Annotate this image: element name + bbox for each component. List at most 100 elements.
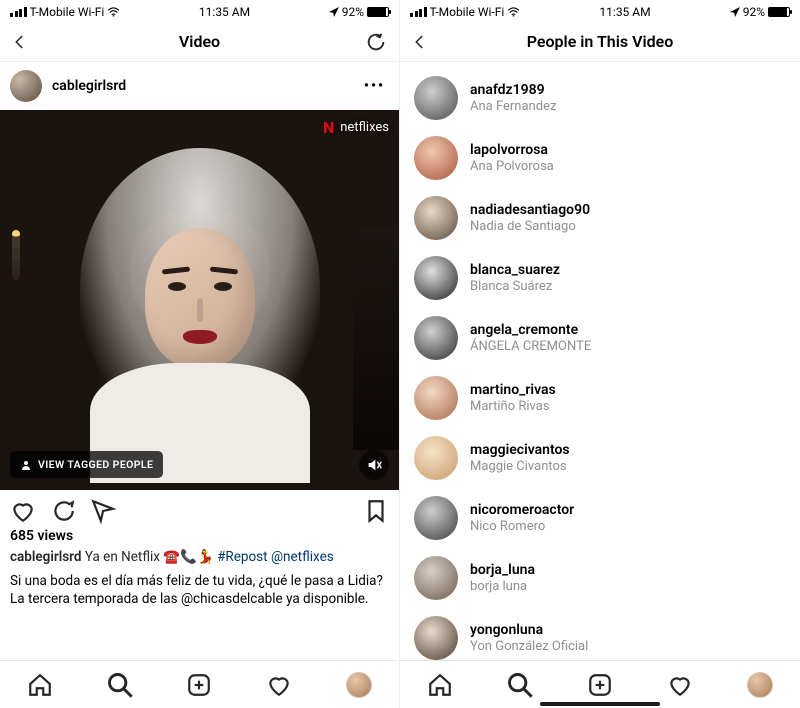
avatar — [414, 436, 458, 480]
avatar — [414, 496, 458, 540]
status-bar: T-Mobile Wi-Fi 11:35 AM 92% — [0, 0, 399, 22]
clock: 11:35 AM — [599, 5, 650, 19]
search-icon — [506, 671, 534, 699]
person-icon — [20, 459, 32, 471]
caption-hashtag[interactable]: #Repost — [217, 549, 267, 565]
wifi-icon — [107, 7, 120, 17]
tab-home[interactable] — [426, 671, 454, 699]
bottom-tab-bar — [400, 660, 800, 708]
view-tagged-people-button[interactable]: VIEW TAGGED PEOPLE — [10, 451, 163, 478]
avatar — [414, 196, 458, 240]
person-username: nadiadesantiago90 — [470, 202, 590, 219]
person-username: yongonluna — [470, 622, 588, 639]
post-action-row — [0, 490, 399, 528]
list-item[interactable]: anafdz1989Ana Fernandez — [400, 68, 800, 128]
person-display-name: Martiño Rivas — [470, 399, 556, 415]
speaker-muted-icon — [366, 457, 382, 473]
person-display-name: Ana Fernandez — [470, 99, 556, 115]
status-bar: T-Mobile Wi-Fi 11:35 AM 92% — [400, 0, 800, 22]
carrier-label: T-Mobile Wi-Fi — [30, 5, 105, 19]
back-button[interactable] — [8, 30, 32, 54]
mute-button[interactable] — [359, 450, 389, 480]
person-username: borja_luna — [470, 562, 535, 579]
wifi-icon — [507, 7, 520, 17]
list-item[interactable]: nicoromeroactorNico Romero — [400, 488, 800, 548]
caption-mention[interactable]: @netflixes — [271, 549, 334, 565]
profile-avatar-icon — [346, 672, 372, 698]
avatar — [414, 376, 458, 420]
battery-icon — [367, 7, 389, 17]
list-item[interactable]: borja_lunaborja luna — [400, 548, 800, 608]
more-options-button[interactable]: ••• — [364, 78, 389, 94]
like-button[interactable] — [10, 498, 36, 524]
person-username: anafdz1989 — [470, 82, 556, 99]
home-indicator — [540, 702, 660, 706]
bottom-tab-bar — [0, 660, 399, 708]
author-avatar[interactable] — [10, 70, 42, 102]
netflix-n-icon: N — [323, 118, 334, 137]
author-username[interactable]: cablegirlsrd — [52, 78, 126, 94]
clock: 11:35 AM — [199, 5, 250, 19]
list-item[interactable]: angela_cremonteÁNGELA CREMONTE — [400, 308, 800, 368]
view-count[interactable]: 685 views — [0, 528, 399, 548]
list-item[interactable]: nadiadesantiago90Nadia de Santiago — [400, 188, 800, 248]
tab-profile[interactable] — [345, 671, 373, 699]
person-display-name: Nadia de Santiago — [470, 219, 590, 235]
tab-profile[interactable] — [746, 671, 774, 699]
tagged-people-list: anafdz1989Ana Fernandez lapolvorrosaAna … — [400, 62, 800, 668]
scene-decoration — [12, 230, 20, 280]
header-bar: People in This Video — [400, 22, 800, 62]
list-item[interactable]: maggiecivantosMaggie Civantos — [400, 428, 800, 488]
comment-button[interactable] — [50, 498, 76, 524]
signal-icon — [410, 7, 427, 17]
person-display-name: Nico Romero — [470, 519, 574, 535]
caption-username[interactable]: cablegirlsrd — [10, 549, 81, 565]
share-button[interactable] — [90, 498, 116, 524]
video-player[interactable]: N netflixes VIEW TAGGED PEOPLE — [0, 110, 399, 490]
profile-avatar-icon — [747, 672, 773, 698]
caption-body-mention[interactable]: @chicasdelcable — [181, 591, 283, 607]
person-display-name: borja luna — [470, 579, 535, 595]
scene-decoration — [353, 230, 399, 450]
list-item[interactable]: martino_rivasMartiño Rivas — [400, 368, 800, 428]
phone-right: T-Mobile Wi-Fi 11:35 AM 92% People in Th… — [400, 0, 800, 708]
person-username: martino_rivas — [470, 382, 556, 399]
list-item[interactable]: yongonlunaYon González Oficial — [400, 608, 800, 668]
video-overlay-tag[interactable]: N netflixes — [323, 118, 389, 137]
tab-activity[interactable] — [666, 671, 694, 699]
page-title: People in This Video — [527, 32, 674, 51]
plus-square-icon — [587, 672, 613, 698]
person-display-name: Blanca Suárez — [470, 279, 560, 295]
avatar — [414, 556, 458, 600]
location-icon — [730, 7, 740, 17]
tab-home[interactable] — [26, 671, 54, 699]
avatar — [414, 136, 458, 180]
signal-icon — [10, 7, 27, 17]
heart-icon — [667, 672, 693, 698]
tab-create[interactable] — [185, 671, 213, 699]
person-username: blanca_suarez — [470, 262, 560, 279]
carrier-label: T-Mobile Wi-Fi — [430, 5, 505, 19]
home-icon — [27, 672, 53, 698]
battery-icon — [768, 7, 790, 17]
person-username: maggiecivantos — [470, 442, 570, 459]
person-username: lapolvorrosa — [470, 142, 554, 159]
avatar — [414, 76, 458, 120]
person-display-name: Ana Polvorosa — [470, 159, 554, 175]
save-button[interactable] — [363, 498, 389, 524]
tab-search[interactable] — [506, 671, 534, 699]
person-display-name: Maggie Civantos — [470, 459, 570, 475]
person-username: nicoromeroactor — [470, 502, 574, 519]
tab-activity[interactable] — [265, 671, 293, 699]
avatar — [414, 316, 458, 360]
list-item[interactable]: lapolvorrosaAna Polvorosa — [400, 128, 800, 188]
list-item[interactable]: blanca_suarezBlanca Suárez — [400, 248, 800, 308]
tab-search[interactable] — [106, 671, 134, 699]
tab-create[interactable] — [586, 671, 614, 699]
back-button[interactable] — [408, 30, 432, 54]
post-header: cablegirlsrd ••• — [0, 62, 399, 110]
location-icon — [329, 7, 339, 17]
post-caption-body: Si una boda es el día más feliz de tu vi… — [0, 570, 399, 614]
refresh-button[interactable] — [363, 29, 389, 55]
battery-pct: 92% — [342, 5, 364, 19]
